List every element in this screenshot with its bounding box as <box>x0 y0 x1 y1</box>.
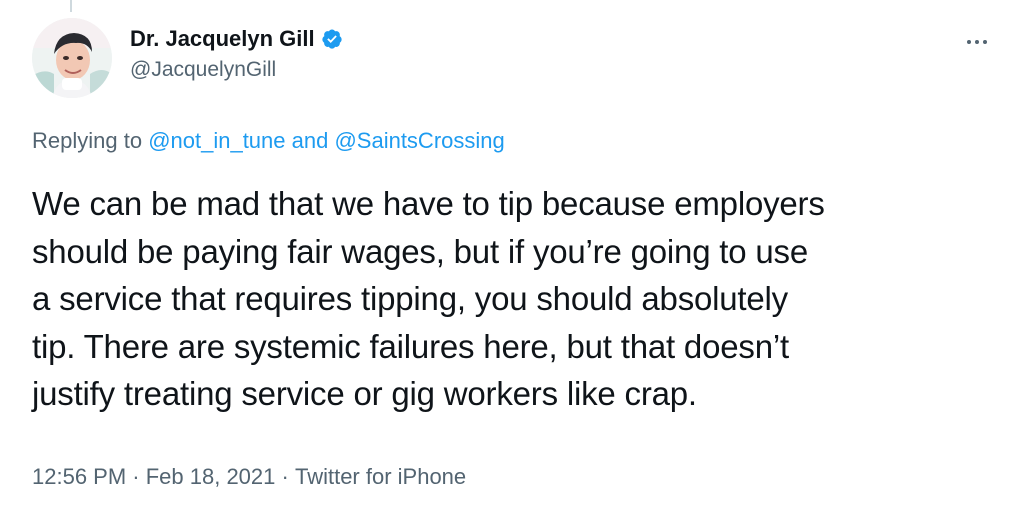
mention-link-saints-crossing[interactable]: @SaintsCrossing <box>334 128 504 153</box>
author-info: Dr. Jacquelyn Gill @JacquelynGill <box>130 24 343 82</box>
tweet-text-line: tip. There are systemic failures here, b… <box>32 327 789 365</box>
tweet-body: We can be mad that we have to tip becaus… <box>32 180 992 418</box>
avatar[interactable] <box>32 18 112 98</box>
tweet-text-line: should be paying fair wages, but if you’… <box>32 232 809 270</box>
mention-joiner: and <box>285 128 335 153</box>
mention-link-not-in-tune[interactable]: @not_in_tune <box>148 128 285 153</box>
more-options-icon[interactable] <box>962 32 992 52</box>
more-dot <box>967 40 971 44</box>
tweet-text-line: a service that requires tipping, you sho… <box>32 280 788 317</box>
tweet-time[interactable]: 12:56 PM <box>32 464 126 490</box>
author-handle[interactable]: @JacquelynGill <box>130 58 343 82</box>
display-name-row: Dr. Jacquelyn Gill <box>130 24 343 54</box>
verified-badge-icon <box>321 28 343 50</box>
replying-to-prefix: Replying to <box>32 128 149 153</box>
tweet-text-line: We can be mad that we have to tip becaus… <box>32 185 825 222</box>
tweet-text-line: justify treating service or gig workers … <box>32 375 697 412</box>
meta-separator: · <box>275 464 295 489</box>
more-dot <box>983 40 987 44</box>
replying-to-line: Replying to @not_in_tune and @SaintsCros… <box>32 128 505 154</box>
more-dot <box>975 40 979 44</box>
tweet-date[interactable]: Feb 18, 2021 <box>146 464 276 490</box>
meta-separator: · <box>126 464 146 489</box>
author-display-name[interactable]: Dr. Jacquelyn Gill <box>130 26 315 52</box>
avatar-photo <box>32 18 112 98</box>
thread-connector-line <box>70 0 72 12</box>
tweet-header: Dr. Jacquelyn Gill @JacquelynGill <box>32 18 1000 100</box>
tweet-source[interactable]: Twitter for iPhone <box>295 464 466 490</box>
tweet-metadata: 12:56 PM · Feb 18, 2021 · Twitter for iP… <box>32 464 466 490</box>
